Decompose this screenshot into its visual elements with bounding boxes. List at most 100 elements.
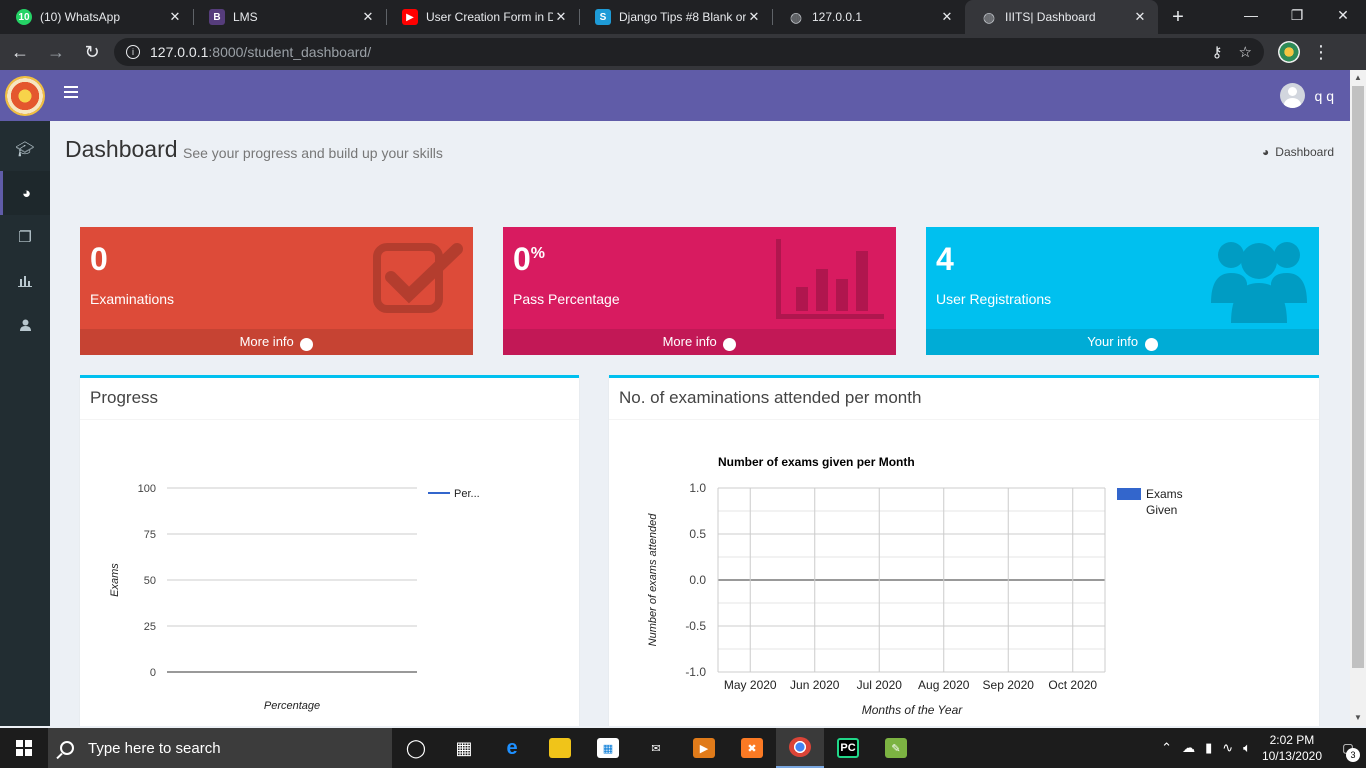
reload-icon[interactable]: ↻ <box>76 36 108 68</box>
browser-tab[interactable]: S Django Tips #8 Blank or ✕ <box>579 0 772 34</box>
tab-title: LMS <box>233 10 258 24</box>
sidebar-item-results[interactable] <box>0 259 50 303</box>
institute-seal-icon <box>5 75 45 116</box>
browser-tab[interactable]: ▶ User Creation Form in D ✕ <box>386 0 579 34</box>
minimize-icon[interactable]: — <box>1228 0 1274 30</box>
stat-value: 0 <box>90 241 108 277</box>
y-tick-label: 1.0 <box>689 481 706 495</box>
close-tab-icon[interactable]: ✕ <box>746 9 762 25</box>
site-info-icon[interactable]: i <box>126 45 140 59</box>
tab-title: (10) WhatsApp <box>40 10 121 24</box>
browser-toolbar: ← → ↻ i 127.0.0.1:8000/student_dashboard… <box>0 34 1366 70</box>
notification-center[interactable]: ▢ 3 <box>1330 728 1366 768</box>
sidebar-item-exams[interactable]: ❐ <box>0 215 50 259</box>
search-icon <box>60 741 74 755</box>
profile-avatar-icon[interactable] <box>1278 41 1300 63</box>
notepad-icon[interactable]: ✎ <box>872 728 920 768</box>
volume-icon[interactable]: 🔈︎ <box>1243 740 1251 756</box>
y-tick-label: -0.5 <box>685 619 706 633</box>
stat-value: 4 <box>936 241 954 277</box>
tab-title: IIITS| Dashboard <box>1005 10 1096 24</box>
new-tab-button[interactable]: + <box>1164 0 1192 34</box>
mail-icon[interactable]: ✉ <box>632 728 680 768</box>
close-tab-icon[interactable]: ✕ <box>1132 9 1148 25</box>
x-tick-label: Jul 2020 <box>857 678 903 692</box>
scroll-up-icon[interactable]: ▲ <box>1350 70 1366 86</box>
tab-title: 127.0.0.1 <box>812 10 863 24</box>
sidebar-item-dashboard[interactable]: ◕ <box>0 171 50 215</box>
close-tab-icon[interactable]: ✕ <box>360 9 376 25</box>
browser-tab[interactable]: ◍ IIITS| Dashboard ✕ <box>965 0 1158 34</box>
task-view-icon[interactable]: ▦ <box>440 728 488 768</box>
onedrive-icon[interactable]: ☁ <box>1182 740 1195 756</box>
panel-title: Progress <box>80 378 579 420</box>
legend-swatch <box>1117 488 1141 500</box>
close-tab-icon[interactable]: ✕ <box>939 9 955 25</box>
taskbar-search-placeholder: Type here to search <box>88 739 221 757</box>
y-tick-label: 100 <box>138 483 156 495</box>
whatsapp-icon: 10 <box>16 9 32 25</box>
address-bar[interactable]: i 127.0.0.1:8000/student_dashboard/ ⚷ ☆ <box>114 38 1264 66</box>
taskbar-search[interactable]: Type here to search <box>48 728 392 768</box>
scroll-down-icon[interactable]: ▼ <box>1350 710 1366 726</box>
page-title: Dashboard <box>65 136 178 162</box>
browser-tab[interactable]: 10 (10) WhatsApp ✕ <box>0 0 193 34</box>
sidebar-toggle-icon[interactable] <box>64 86 78 98</box>
exams-per-month-chart: Number of exams given per Month 1.0 0.5 0.0… <box>647 455 1183 717</box>
start-button[interactable] <box>0 728 48 768</box>
wifi-icon[interactable]: ∿ <box>1222 740 1233 756</box>
browser-tab[interactable]: ◍ 127.0.0.1 ✕ <box>772 0 965 34</box>
close-tab-icon[interactable]: ✕ <box>553 9 569 25</box>
x-tick-label: Sep 2020 <box>983 678 1035 692</box>
xampp-icon[interactable]: ✖ <box>728 728 776 768</box>
arrow-circle-right-icon: ➜ <box>300 338 314 351</box>
cortana-icon[interactable]: ◯ <box>392 728 440 768</box>
close-tab-icon[interactable]: ✕ <box>167 9 183 25</box>
browser-menu-icon[interactable]: ⋮ <box>1312 42 1330 63</box>
chrome-icon[interactable] <box>776 728 824 768</box>
chevron-up-icon[interactable]: ⌃ <box>1161 740 1172 756</box>
file-explorer-icon[interactable] <box>536 728 584 768</box>
pycharm-icon[interactable]: PC <box>824 728 872 768</box>
stat-box-pass-percentage: 0% Pass Percentage More info ➜ <box>503 227 896 355</box>
breadcrumb[interactable]: ◕ Dashboard <box>1262 145 1334 159</box>
sidebar-item-courses[interactable]: 🎓︎ <box>0 127 50 171</box>
more-info-link[interactable]: More info ➜ <box>80 329 473 355</box>
sidebar-item-profile[interactable] <box>0 303 50 347</box>
logo[interactable] <box>0 70 50 121</box>
main-content: Dashboard See your progress and build up… <box>50 121 1350 726</box>
scroll-thumb[interactable] <box>1352 86 1364 668</box>
arrow-circle-right-icon: ➜ <box>723 338 737 351</box>
taskbar: Type here to search ◯ ▦ e ▦ ✉ ▶ ✖ PC ✎ ⌃… <box>0 728 1366 768</box>
windows-icon <box>16 740 32 756</box>
media-player-icon[interactable]: ▶ <box>680 728 728 768</box>
globe-icon: ◍ <box>789 8 803 25</box>
y-axis-label: Exams <box>109 563 121 597</box>
forward-icon[interactable]: → <box>40 36 72 68</box>
close-window-icon[interactable]: ✕ <box>1320 0 1366 30</box>
more-info-link[interactable]: More info ➜ <box>503 329 896 355</box>
restore-icon[interactable]: ❐ <box>1274 0 1320 30</box>
browser-tab[interactable]: B LMS ✕ <box>193 0 386 34</box>
back-icon[interactable]: ← <box>4 36 36 68</box>
store-icon[interactable]: ▦ <box>584 728 632 768</box>
app: 🎓︎ ◕ ❐ q q Dashboard See your progress a… <box>0 70 1350 726</box>
bookmark-star-icon[interactable]: ☆ <box>1239 43 1252 61</box>
key-icon[interactable]: ⚷ <box>1212 43 1223 61</box>
stat-label: User Registrations <box>936 291 1052 307</box>
users-icon <box>1211 242 1307 323</box>
youtube-icon: ▶ <box>402 9 418 25</box>
arrow-circle-right-icon: ➜ <box>1144 338 1158 351</box>
tab-list: 10 (10) WhatsApp ✕ B LMS ✕ ▶ User Creation Form… <box>0 0 1158 34</box>
user-avatar-icon <box>1279 83 1305 108</box>
stat-label: Examinations <box>90 291 175 307</box>
edge-icon[interactable]: e <box>488 728 536 768</box>
page-scrollbar[interactable]: ▲ ▼ <box>1350 70 1366 726</box>
clock[interactable]: 2:02 PM 10/13/2020 <box>1262 732 1322 764</box>
x-tick-label: Oct 2020 <box>1048 678 1097 692</box>
user-menu[interactable]: q q <box>1279 83 1334 108</box>
exams-per-month-panel: No. of examinations attended per month N… <box>609 375 1319 726</box>
your-info-link[interactable]: Your info ➜ <box>926 329 1319 355</box>
s-icon: S <box>595 9 611 25</box>
battery-icon[interactable]: ▮ <box>1205 740 1212 756</box>
